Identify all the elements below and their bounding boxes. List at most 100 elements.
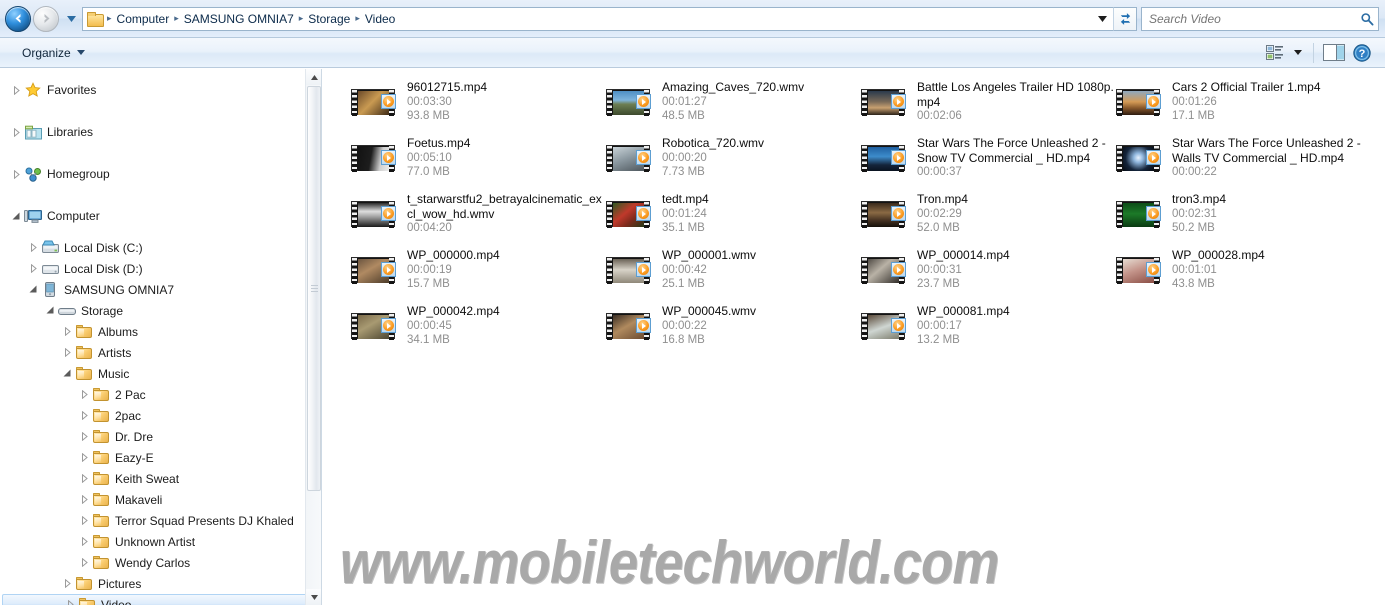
file-item[interactable]: tedt.mp4 00:01:24 35.1 MB xyxy=(606,187,861,243)
scrollbar-thumb[interactable] xyxy=(307,86,321,491)
play-overlay-icon xyxy=(891,150,906,165)
scroll-down-button[interactable] xyxy=(306,589,321,605)
tree-item-keith-sweat[interactable]: Keith Sweat xyxy=(0,468,321,489)
tree-twisty[interactable] xyxy=(76,390,92,399)
forward-button[interactable] xyxy=(33,5,59,32)
tree-item-computer[interactable]: Computer xyxy=(0,195,321,237)
tree-twisty[interactable] xyxy=(8,169,24,179)
file-item[interactable]: tron3.mp4 00:02:31 50.2 MB xyxy=(1116,187,1371,243)
tree-twisty[interactable] xyxy=(8,127,24,137)
file-item[interactable]: WP_000001.wmv 00:00:42 25.1 MB xyxy=(606,243,861,299)
file-item[interactable]: Star Wars The Force Unleashed 2 - Walls … xyxy=(1116,131,1371,187)
file-item[interactable]: WP_000028.mp4 00:01:01 43.8 MB xyxy=(1116,243,1371,299)
file-item[interactable]: Tron.mp4 00:02:29 52.0 MB xyxy=(861,187,1116,243)
tree-item-homegroup[interactable]: Homegroup xyxy=(0,153,321,195)
file-size: 50.2 MB xyxy=(1172,222,1215,234)
tree-item-video[interactable]: Video xyxy=(2,594,319,605)
tree-twisty[interactable] xyxy=(76,474,92,483)
file-list-pane[interactable]: 96012715.mp4 00:03:30 93.8 MB Amazing_Caves… xyxy=(323,69,1385,605)
breadcrumb-separator: ▸ xyxy=(298,13,304,23)
refresh-button[interactable] xyxy=(1113,6,1137,31)
organize-button[interactable]: Organize xyxy=(14,42,93,64)
breadcrumb-item-storage[interactable]: Storage xyxy=(305,10,353,28)
tree-item-label: 2pac xyxy=(115,408,142,423)
tree-item-artists[interactable]: Artists xyxy=(0,342,321,363)
tree-item-2-pac[interactable]: 2 Pac xyxy=(0,384,321,405)
breadcrumb-item-samsung-omnia7[interactable]: SAMSUNG OMNIA7 xyxy=(181,10,297,28)
tree-item-libraries[interactable]: Libraries xyxy=(0,111,321,153)
scroll-up-button[interactable] xyxy=(306,69,321,85)
tree-twisty[interactable] xyxy=(8,85,24,95)
tree-twisty[interactable] xyxy=(76,537,92,546)
file-item[interactable]: Amazing_Caves_720.wmv 00:01:27 48.5 MB xyxy=(606,75,861,131)
file-item[interactable]: WP_000045.wmv 00:00:22 16.8 MB xyxy=(606,299,861,355)
file-name: 96012715.mp4 xyxy=(407,80,488,94)
tree-item-terror-squad-presents-dj-khaled[interactable]: Terror Squad Presents DJ Khaled xyxy=(0,510,321,531)
tree-item-makaveli[interactable]: Makaveli xyxy=(0,489,321,510)
file-name: WP_000042.mp4 xyxy=(407,304,500,318)
back-button[interactable] xyxy=(5,5,31,32)
address-dropdown-button[interactable] xyxy=(1091,6,1113,31)
breadcrumb-item-video[interactable]: Video xyxy=(362,10,398,28)
tree-twisty[interactable] xyxy=(76,453,92,462)
breadcrumb-bar[interactable]: ▸ Computer ▸ SAMSUNG OMNIA7 ▸ Storage ▸ Video xyxy=(82,6,1091,31)
tree-item-samsung-omnia7[interactable]: SAMSUNG OMNIA7 xyxy=(0,279,321,300)
file-duration: 00:00:17 xyxy=(917,319,962,332)
file-item[interactable]: WP_000000.mp4 00:00:19 15.7 MB xyxy=(351,243,606,299)
file-grid: 96012715.mp4 00:03:30 93.8 MB Amazing_Caves… xyxy=(323,69,1385,355)
tree-twisty[interactable] xyxy=(25,243,41,252)
change-view-button[interactable] xyxy=(1262,41,1288,65)
history-dropdown-button[interactable] xyxy=(63,4,79,34)
file-item[interactable]: WP_000042.mp4 00:00:45 34.1 MB xyxy=(351,299,606,355)
tree-item-wendy-carlos[interactable]: Wendy Carlos xyxy=(0,552,321,573)
tree-item-music[interactable]: Music xyxy=(0,363,321,384)
tree-item-local-disk-d-[interactable]: Local Disk (D:) xyxy=(0,258,321,279)
tree-twisty[interactable] xyxy=(59,369,75,378)
tree-twisty[interactable] xyxy=(59,579,75,588)
twisty-collapsed-icon xyxy=(81,411,88,420)
tree-item-2pac[interactable]: 2pac xyxy=(0,405,321,426)
navigation-pane: Favorites Libraries Homegroup Computer Local… xyxy=(0,69,322,605)
tree-twisty[interactable] xyxy=(59,327,75,336)
tree-twisty[interactable] xyxy=(76,558,92,567)
tree-item-eazy-e[interactable]: Eazy-E xyxy=(0,447,321,468)
tree-item-local-disk-c-[interactable]: Local Disk (C:) xyxy=(0,237,321,258)
file-duration: 00:00:22 xyxy=(662,319,707,332)
file-item[interactable]: Battle Los Angeles Trailer HD 1080p.mp4 0… xyxy=(861,75,1116,131)
nav-pane-scrollbar[interactable] xyxy=(305,69,321,605)
preview-pane-button[interactable] xyxy=(1321,41,1347,65)
search-input[interactable] xyxy=(1142,8,1356,29)
tree-twisty[interactable] xyxy=(25,264,41,273)
tree-item-dr-dre[interactable]: Dr. Dre xyxy=(0,426,321,447)
tree-twisty[interactable] xyxy=(59,348,75,357)
tree-twisty[interactable] xyxy=(62,600,78,605)
tree-item-albums[interactable]: Albums xyxy=(0,321,321,342)
file-item[interactable]: Cars 2 Official Trailer 1.mp4 00:01:26 17.… xyxy=(1116,75,1371,131)
file-name: tedt.mp4 xyxy=(662,192,709,206)
file-item[interactable]: WP_000014.mp4 00:00:31 23.7 MB xyxy=(861,243,1116,299)
file-item[interactable]: Star Wars The Force Unleashed 2 - Snow T… xyxy=(861,131,1116,187)
file-item[interactable]: Foetus.mp4 00:05:10 77.0 MB xyxy=(351,131,606,187)
tree-twisty[interactable] xyxy=(8,212,24,221)
tree-twisty[interactable] xyxy=(76,432,92,441)
file-size: 48.5 MB xyxy=(662,110,705,122)
tree-twisty[interactable] xyxy=(76,495,92,504)
file-duration: 00:02:29 xyxy=(917,207,962,220)
tree-item-unknown-artist[interactable]: Unknown Artist xyxy=(0,531,321,552)
tree-item-favorites[interactable]: Favorites xyxy=(0,69,321,111)
file-item[interactable]: 96012715.mp4 00:03:30 93.8 MB xyxy=(351,75,606,131)
tree-item-storage[interactable]: Storage xyxy=(0,300,321,321)
file-item[interactable]: Robotica_720.wmv 00:00:20 7.73 MB xyxy=(606,131,861,187)
tree-twisty[interactable] xyxy=(76,516,92,525)
search-box[interactable] xyxy=(1141,6,1379,31)
view-dropdown-button[interactable] xyxy=(1290,41,1306,65)
tree-twisty[interactable] xyxy=(25,285,41,294)
file-item[interactable]: t_starwarstfu2_betrayalcinematic_excl_wo… xyxy=(351,187,606,243)
tree-item-pictures[interactable]: Pictures xyxy=(0,573,321,594)
help-button[interactable]: ? xyxy=(1349,41,1375,65)
tree-twisty[interactable] xyxy=(42,306,58,315)
file-item[interactable]: WP_000081.mp4 00:00:17 13.2 MB xyxy=(861,299,1116,355)
tree-twisty[interactable] xyxy=(76,411,92,420)
breadcrumb-item-computer[interactable]: Computer xyxy=(114,10,173,28)
file-meta: WP_000001.wmv 00:00:42 25.1 MB xyxy=(658,247,861,292)
